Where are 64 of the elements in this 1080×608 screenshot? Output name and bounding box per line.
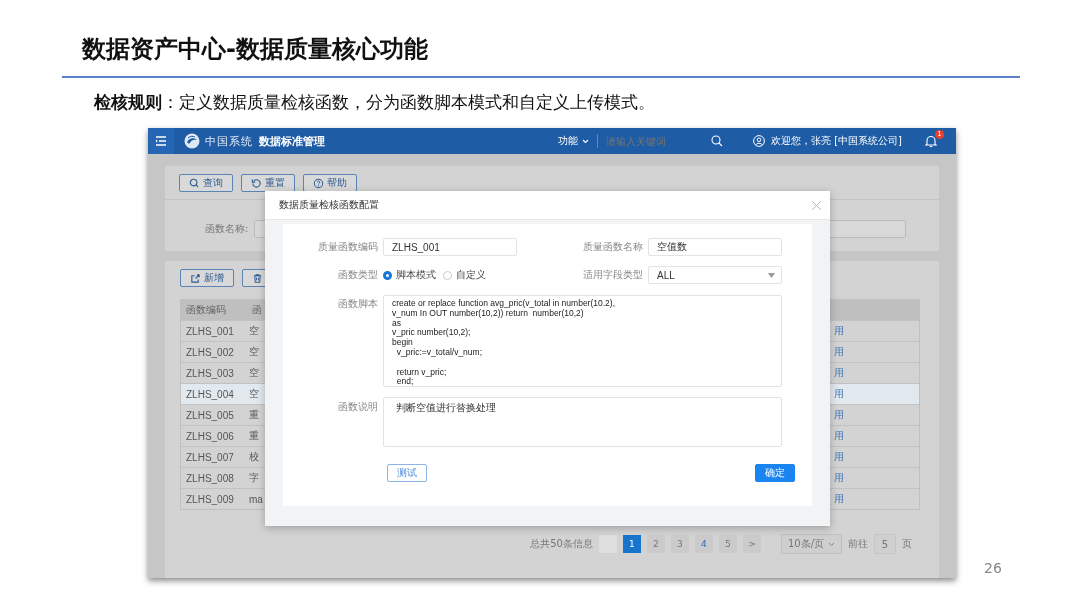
field-label: 适用字段类型: [582, 268, 643, 282]
field-type-select[interactable]: ALL: [648, 266, 782, 284]
table-cell: ZLHS_001: [181, 320, 247, 341]
column-header: 函数编码: [181, 300, 247, 320]
edit-icon: [190, 272, 201, 284]
total-count: 总共50条信息: [530, 537, 593, 551]
chevron-icon: [828, 541, 835, 547]
field-label: 质量函数编码: [317, 240, 378, 254]
goto-label: 前往: [848, 537, 868, 551]
confirm-button[interactable]: 确定: [755, 464, 795, 482]
function-menu[interactable]: 功能: [558, 134, 598, 148]
slide-subtitle: 检核规则：定义数据质量检核函数，分为函数脚本模式和自定义上传模式。: [94, 91, 656, 114]
table-cell: ZLHS_007: [181, 446, 247, 467]
table-cell: ZLHS_005: [181, 404, 247, 425]
field-label: 函数类型: [337, 268, 378, 282]
table-link[interactable]: 用: [829, 383, 919, 404]
refresh-icon: [251, 177, 262, 189]
query-button[interactable]: 重置: [241, 174, 295, 192]
brand-name: 中国系统: [205, 133, 253, 149]
bell-icon[interactable]: [924, 134, 938, 148]
table-cell: ZLHS_009: [181, 488, 247, 509]
trash-icon: [252, 272, 263, 284]
action-button[interactable]: 新增: [180, 269, 234, 287]
user-icon[interactable]: [753, 135, 765, 147]
script-field[interactable]: create or replace function avg_pric(v_total in number(10.2), v_num In OUT number(10,2)) return number(10,2) as v_pric number(10,2); begin v_pric:=v_total/v_num; return v_pric; end;: [383, 295, 782, 387]
slide-title: 数据资产中心-数据质量核心功能: [82, 34, 429, 65]
field-label: 函数脚本: [337, 297, 378, 311]
page-button[interactable]: 5: [718, 535, 737, 553]
table-cell: ZLHS_002: [181, 341, 247, 362]
description-field[interactable]: 判断空值进行替换处理: [383, 397, 782, 447]
page-button[interactable]: 1: [622, 535, 641, 553]
caret-icon: [768, 272, 775, 278]
table-cell: ZLHS_008: [181, 467, 247, 488]
page-button[interactable]: 4: [694, 535, 713, 553]
chevron-icon: [582, 138, 589, 144]
radio-button[interactable]: [383, 270, 392, 280]
menu-button[interactable]: [148, 128, 174, 154]
radio-label: 脚本模式: [396, 268, 436, 282]
search-field[interactable]: 请输入关键词: [606, 135, 701, 147]
filter-label: 函数名称:: [205, 222, 249, 236]
search-icon[interactable]: [711, 135, 723, 147]
table-cell: ZLHS_006: [181, 425, 247, 446]
table-cell: ZLHS_004: [181, 383, 247, 404]
dialog-title: 数据质量检核函数配置: [279, 198, 379, 212]
next-page-button[interactable]: >: [742, 535, 761, 553]
test-button[interactable]: 测试: [387, 464, 427, 482]
page-number: 26: [984, 560, 1002, 576]
query-button[interactable]: 查询: [179, 174, 233, 192]
menu-icon[interactable]: [155, 136, 167, 146]
page-size-select[interactable]: 10条/页: [780, 534, 842, 554]
query-button[interactable]: 帮助: [303, 174, 357, 192]
name-field[interactable]: 空值数: [648, 238, 782, 256]
page-suffix: 页: [902, 537, 912, 551]
goto-page-field[interactable]: 5: [874, 534, 896, 554]
search-icon: [189, 177, 200, 189]
page-button[interactable]: 3: [670, 535, 689, 553]
page-button[interactable]: 2: [646, 535, 665, 553]
app-title: 数据标准管理: [259, 133, 325, 149]
code-field[interactable]: ZLHS_001: [383, 238, 517, 256]
user-greeting: 欢迎您，张亮 [中国系统公司]: [771, 134, 902, 148]
logo-icon: [184, 133, 200, 149]
help-icon: [313, 177, 324, 189]
radio-label: 自定义: [456, 268, 486, 282]
field-label: 质量函数名称: [582, 240, 643, 254]
